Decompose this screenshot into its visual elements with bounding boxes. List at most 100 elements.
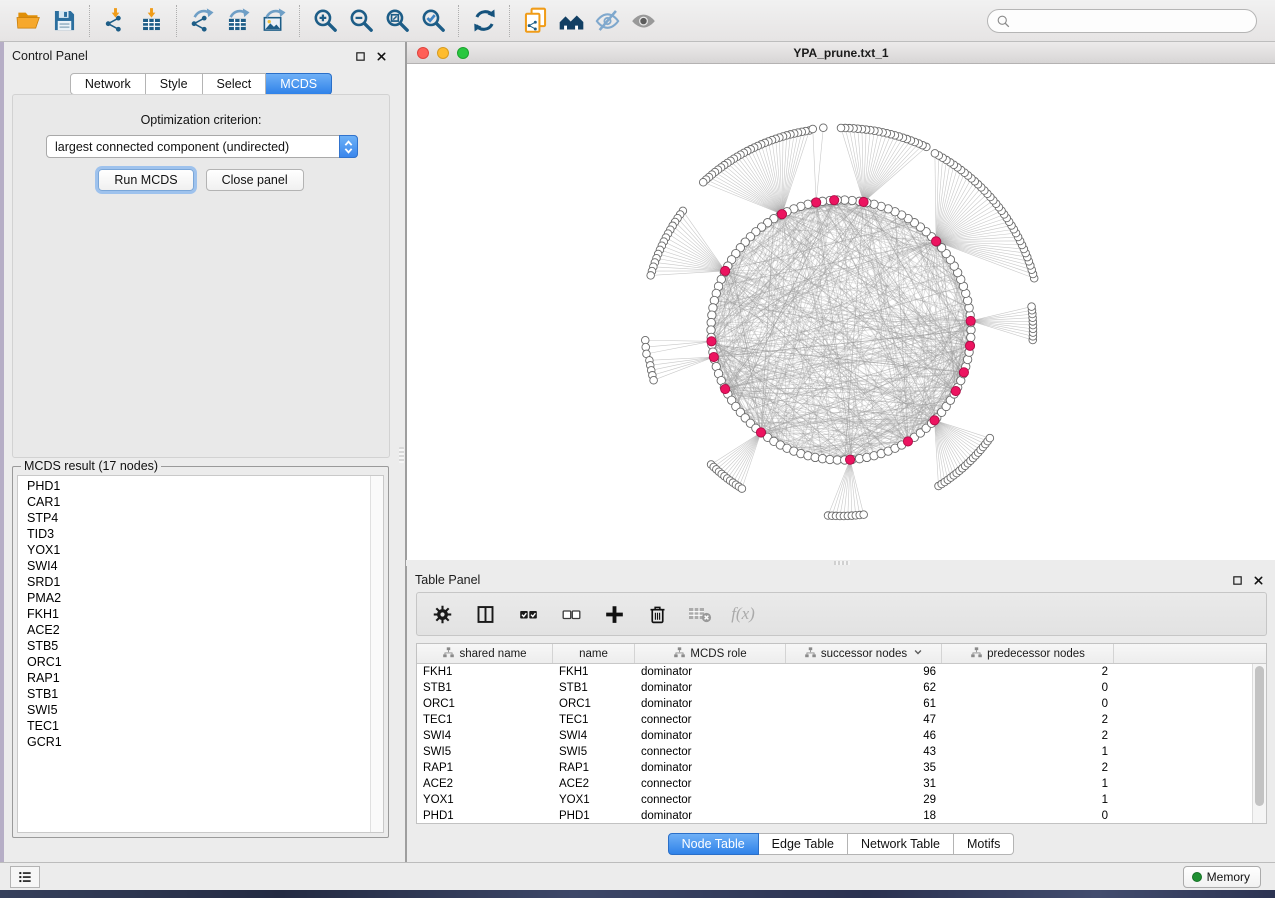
table-cell: 46 (786, 728, 942, 744)
table-settings-button[interactable] (429, 601, 455, 627)
toolbar-separator (89, 5, 90, 37)
column-header-successor-nodes[interactable]: successor nodes (786, 644, 942, 663)
column-type-icon (970, 646, 983, 662)
network-graph[interactable] (407, 64, 1275, 560)
export-image-button[interactable] (256, 4, 292, 38)
table-row[interactable]: ORC1ORC1dominator610 (417, 696, 1252, 712)
export-network-button[interactable] (184, 4, 220, 38)
delete-columns-button[interactable] (644, 601, 670, 627)
mcds-result-item[interactable]: RAP1 (27, 670, 369, 686)
mcds-result-item[interactable]: TID3 (27, 526, 369, 542)
mcds-result-item[interactable]: SWI4 (27, 558, 369, 574)
share-document-button[interactable] (517, 4, 553, 38)
network-canvas[interactable] (407, 64, 1275, 560)
table-row[interactable]: SWI5SWI5connector431 (417, 744, 1252, 760)
table-row[interactable]: TEC1TEC1connector472 (417, 712, 1252, 728)
table-row[interactable]: SWI4SWI4dominator462 (417, 728, 1252, 744)
zoom-out-button[interactable] (343, 4, 379, 38)
table-row[interactable]: STB1STB1dominator620 (417, 680, 1252, 696)
close-icon[interactable] (1250, 572, 1267, 589)
mcds-result-item[interactable]: PMA2 (27, 590, 369, 606)
mcds-result-item[interactable]: SRD1 (27, 574, 369, 590)
memory-label: Memory (1207, 870, 1250, 884)
tab-node-table[interactable]: Node Table (668, 833, 759, 855)
mcds-result-item[interactable]: ACE2 (27, 622, 369, 638)
mcds-result-item[interactable]: STB1 (27, 686, 369, 702)
table-cell: 62 (786, 680, 942, 696)
close-icon[interactable] (373, 48, 390, 65)
mcds-result-item[interactable]: ORC1 (27, 654, 369, 670)
vertical-splitter[interactable] (398, 42, 406, 862)
column-header-shared-name[interactable]: shared name (417, 644, 553, 663)
close-panel-button[interactable]: Close panel (206, 169, 304, 191)
table-cell: 1 (942, 744, 1114, 760)
zoom-fit-button[interactable] (379, 4, 415, 38)
table-cell: 31 (786, 776, 942, 792)
tab-motifs[interactable]: Motifs (954, 833, 1014, 855)
hide-unhide-button[interactable] (589, 4, 625, 38)
table-row[interactable]: PHD1PHD1dominator180 (417, 808, 1252, 823)
column-header-MCDS-role[interactable]: MCDS role (635, 644, 786, 663)
refresh-button[interactable] (466, 4, 502, 38)
deselect-all-columns-button[interactable] (558, 601, 584, 627)
mcds-result-item[interactable]: SWI5 (27, 702, 369, 718)
column-header-name[interactable]: name (553, 644, 635, 663)
table-row[interactable]: RAP1RAP1dominator352 (417, 760, 1252, 776)
memory-button[interactable]: Memory (1183, 866, 1261, 888)
select-all-columns-button[interactable] (515, 601, 541, 627)
sort-chevron-icon[interactable] (911, 647, 923, 660)
mcds-result-item[interactable]: CAR1 (27, 494, 369, 510)
show-hidden-button[interactable] (625, 4, 661, 38)
mcds-result-item[interactable]: YOX1 (27, 542, 369, 558)
tab-network[interactable]: Network (70, 73, 146, 95)
table-scrollbar[interactable] (1252, 664, 1266, 823)
mcds-result-item[interactable]: GCR1 (27, 734, 369, 750)
tab-edge-table[interactable]: Edge Table (759, 833, 848, 855)
tab-mcds[interactable]: MCDS (266, 73, 332, 95)
zoom-selected-button[interactable] (415, 4, 451, 38)
import-network-button[interactable] (97, 4, 133, 38)
save-session-button[interactable] (46, 4, 82, 38)
run-mcds-button[interactable]: Run MCDS (98, 169, 193, 191)
splitter-grip[interactable] (834, 561, 850, 565)
tab-style[interactable]: Style (146, 73, 203, 95)
toggle-panes-button[interactable] (472, 601, 498, 627)
mcds-result-item[interactable]: PHD1 (27, 478, 369, 494)
mcds-list-scrollbar[interactable] (370, 476, 383, 832)
search-input[interactable] (1011, 14, 1256, 28)
column-header-predecessor-nodes[interactable]: predecessor nodes (942, 644, 1114, 663)
float-window-icon[interactable] (352, 48, 369, 65)
open-file-button[interactable] (10, 4, 46, 38)
tab-network-table[interactable]: Network Table (848, 833, 954, 855)
mcds-result-item[interactable]: FKH1 (27, 606, 369, 622)
export-table-button[interactable] (220, 4, 256, 38)
table-cell: 2 (942, 760, 1114, 776)
mcds-result-list: PHD1CAR1STP4TID3YOX1SWI4SRD1PMA2FKH1ACE2… (17, 475, 384, 833)
mcds-result-item[interactable]: STB5 (27, 638, 369, 654)
table-row[interactable]: FKH1FKH1dominator962 (417, 664, 1252, 680)
mcds-result-item[interactable]: STP4 (27, 510, 369, 526)
table-row[interactable]: ACE2ACE2connector311 (417, 776, 1252, 792)
table-cell: 1 (942, 776, 1114, 792)
add-column-button[interactable] (601, 601, 627, 627)
tab-select[interactable]: Select (203, 73, 267, 95)
zoom-in-button[interactable] (307, 4, 343, 38)
mcds-result-item[interactable]: TEC1 (27, 718, 369, 734)
table-cell: connector (635, 744, 786, 760)
table-row[interactable]: YOX1YOX1connector291 (417, 792, 1252, 808)
import-table-button[interactable] (133, 4, 169, 38)
genemania-search-button[interactable] (553, 4, 589, 38)
float-window-icon[interactable] (1229, 572, 1246, 589)
splitter-grip[interactable] (399, 447, 404, 463)
table-cell: 1 (942, 792, 1114, 808)
table-cell: TEC1 (553, 712, 635, 728)
table-cell: 0 (942, 808, 1114, 823)
table-cell: dominator (635, 680, 786, 696)
panel-menu-button[interactable] (10, 866, 40, 888)
search-field[interactable] (987, 9, 1257, 33)
network-view-window: YPA_prune.txt_1 (406, 42, 1275, 560)
scrollbar-thumb[interactable] (1255, 666, 1264, 806)
table-panel: Table Panel f(x) shared namenameMCDS rol… (406, 566, 1275, 862)
criterion-select[interactable]: largest connected component (undirected) (46, 135, 358, 158)
table-cell: PHD1 (553, 808, 635, 823)
